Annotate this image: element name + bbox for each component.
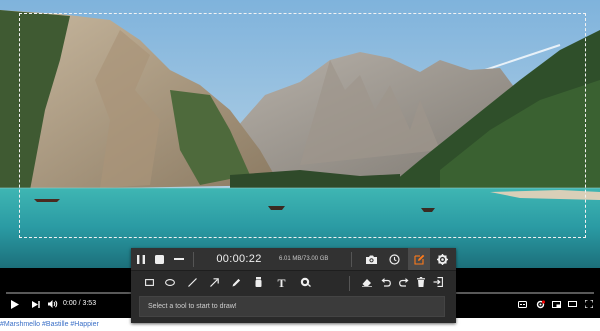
- ellipse-icon[interactable]: [163, 275, 177, 289]
- miniplayer-icon[interactable]: [551, 296, 562, 312]
- pen-icon[interactable]: [229, 275, 243, 289]
- fullscreen-icon[interactable]: [583, 296, 594, 312]
- recorder-toolbar: 00:00:22 6.01 MB/73.00 GB T Select a too…: [131, 248, 456, 323]
- line-icon[interactable]: [185, 275, 199, 289]
- hashtags[interactable]: #Marshmello #Bastille #Happier: [0, 319, 99, 331]
- volume-icon[interactable]: [47, 296, 59, 312]
- video-frame: [0, 0, 600, 268]
- redo-icon[interactable]: [397, 275, 411, 289]
- minimize-icon[interactable]: [171, 251, 187, 267]
- time-display: 0:00 / 3:53: [63, 296, 96, 312]
- highlighter-icon[interactable]: [251, 275, 265, 289]
- divider: [349, 276, 350, 291]
- divider: [193, 252, 194, 267]
- clock-icon[interactable]: [386, 251, 402, 267]
- duration: 3:53: [82, 300, 97, 307]
- pause-icon[interactable]: [133, 251, 149, 267]
- next-button[interactable]: [30, 296, 42, 312]
- edit-icon[interactable]: [408, 248, 430, 270]
- file-size: 6.01 MB/73.00 GB: [279, 256, 329, 262]
- drawing-tools: T: [131, 271, 456, 293]
- play-button[interactable]: [8, 296, 22, 312]
- svg-text:T: T: [277, 277, 285, 288]
- drawing-hint: Select a tool to start to draw!: [139, 296, 445, 317]
- current-time: 0:00: [63, 300, 77, 307]
- rectangle-icon[interactable]: [142, 275, 156, 289]
- recorder-status-bar: 00:00:22 6.01 MB/73.00 GB: [131, 248, 456, 271]
- theater-mode-icon[interactable]: [567, 296, 578, 312]
- trash-icon[interactable]: [414, 275, 428, 289]
- gear-icon[interactable]: [434, 251, 450, 267]
- arrow-icon[interactable]: [207, 275, 221, 289]
- exit-icon[interactable]: [431, 275, 445, 289]
- undo-icon[interactable]: [379, 275, 393, 289]
- camera-icon[interactable]: [363, 251, 379, 267]
- text-icon[interactable]: T: [273, 274, 289, 290]
- eraser-icon[interactable]: [360, 275, 374, 289]
- stop-icon[interactable]: [151, 251, 167, 267]
- recording-timer: 00:00:22: [216, 253, 262, 265]
- color-picker-icon[interactable]: [298, 275, 312, 289]
- settings-gear-icon[interactable]: [534, 296, 546, 312]
- divider: [351, 252, 352, 267]
- captions-button[interactable]: [517, 296, 528, 312]
